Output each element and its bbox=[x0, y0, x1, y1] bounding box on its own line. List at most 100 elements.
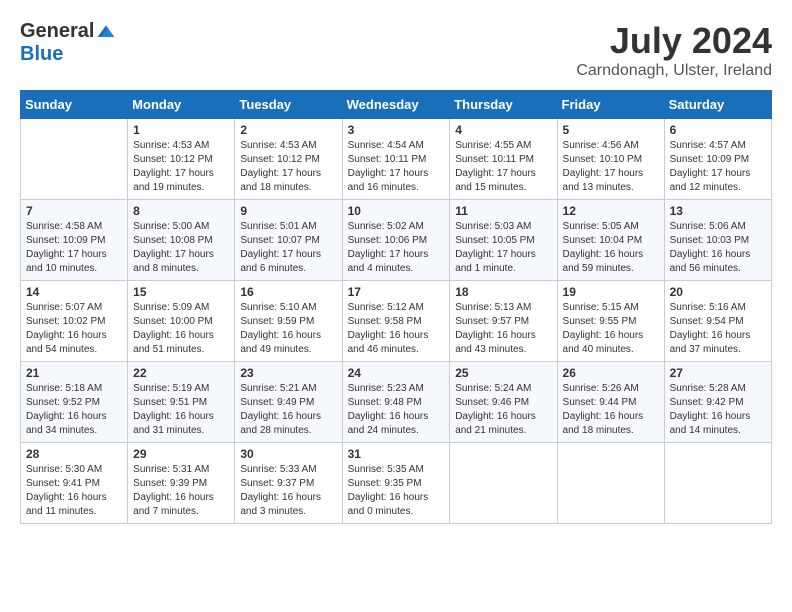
day-number: 23 bbox=[240, 366, 336, 380]
calendar-cell: 29 Sunrise: 5:31 AM Sunset: 9:39 PM Dayli… bbox=[128, 443, 235, 524]
calendar-cell: 31 Sunrise: 5:35 AM Sunset: 9:35 PM Dayli… bbox=[342, 443, 450, 524]
calendar-cell: 9Sunrise: 5:01 AM Sunset: 10:07 PM Dayli… bbox=[235, 200, 342, 281]
day-info: Sunrise: 5:28 AM Sunset: 9:42 PM Dayligh… bbox=[670, 382, 766, 438]
page-header: General Blue July 2024 Carndonagh, Ulste… bbox=[20, 20, 772, 80]
day-info: Sunrise: 5:26 AM Sunset: 9:44 PM Dayligh… bbox=[563, 382, 659, 438]
day-info: Sunrise: 5:31 AM Sunset: 9:39 PM Dayligh… bbox=[133, 463, 229, 519]
day-number: 17 bbox=[348, 285, 445, 299]
calendar-cell: 30Sunrise: 5:33 AM Sunset: 9:37 PM Dayli… bbox=[235, 443, 342, 524]
day-info: Sunrise: 5:21 AM Sunset: 9:49 PM Dayligh… bbox=[240, 382, 336, 438]
day-of-week-header: Monday bbox=[128, 91, 235, 119]
calendar-cell: 3 Sunrise: 4:54 AM Sunset: 10:11 PM Dayli… bbox=[342, 119, 450, 200]
calendar-cell: 16 Sunrise: 5:10 AM Sunset: 9:59 PM Dayli… bbox=[235, 281, 342, 362]
calendar-cell: 8Sunrise: 5:00 AM Sunset: 10:08 PM Dayli… bbox=[128, 200, 235, 281]
day-number: 7 bbox=[26, 204, 122, 218]
calendar-week-row: 28 Sunrise: 5:30 AM Sunset: 9:41 PM Dayli… bbox=[21, 443, 772, 524]
day-info: Sunrise: 4:58 AM Sunset: 10:09 PM Daylig… bbox=[26, 220, 122, 276]
calendar-cell: 12 Sunrise: 5:05 AM Sunset: 10:04 PM Dayl… bbox=[557, 200, 664, 281]
day-info: Sunrise: 4:56 AM Sunset: 10:10 PM Daylig… bbox=[563, 139, 659, 195]
day-info: Sunrise: 5:00 AM Sunset: 10:08 PM Daylig… bbox=[133, 220, 229, 276]
day-number: 2 bbox=[240, 123, 336, 137]
logo-blue-text: Blue bbox=[20, 43, 63, 66]
day-info: Sunrise: 4:54 AM Sunset: 10:11 PM Daylig… bbox=[348, 139, 445, 195]
calendar-cell: 27 Sunrise: 5:28 AM Sunset: 9:42 PM Dayli… bbox=[664, 362, 771, 443]
day-info: Sunrise: 5:12 AM Sunset: 9:58 PM Dayligh… bbox=[348, 301, 445, 357]
calendar-cell: 22 Sunrise: 5:19 AM Sunset: 9:51 PM Dayli… bbox=[128, 362, 235, 443]
calendar-cell: 5 Sunrise: 4:56 AM Sunset: 10:10 PM Dayli… bbox=[557, 119, 664, 200]
day-info: Sunrise: 5:30 AM Sunset: 9:41 PM Dayligh… bbox=[26, 463, 122, 519]
day-number: 5 bbox=[563, 123, 659, 137]
day-info: Sunrise: 5:18 AM Sunset: 9:52 PM Dayligh… bbox=[26, 382, 122, 438]
day-info: Sunrise: 5:02 AM Sunset: 10:06 PM Daylig… bbox=[348, 220, 445, 276]
calendar-cell: 15 Sunrise: 5:09 AM Sunset: 10:00 PM Dayl… bbox=[128, 281, 235, 362]
day-info: Sunrise: 5:07 AM Sunset: 10:02 PM Daylig… bbox=[26, 301, 122, 357]
calendar-week-row: 14 Sunrise: 5:07 AM Sunset: 10:02 PM Dayl… bbox=[21, 281, 772, 362]
day-number: 12 bbox=[563, 204, 659, 218]
calendar-cell: 4Sunrise: 4:55 AM Sunset: 10:11 PM Dayli… bbox=[450, 119, 557, 200]
calendar-week-row: 7 Sunrise: 4:58 AM Sunset: 10:09 PM Dayli… bbox=[21, 200, 772, 281]
month-year-title: July 2024 bbox=[576, 20, 772, 62]
day-of-week-header: Saturday bbox=[664, 91, 771, 119]
day-number: 16 bbox=[240, 285, 336, 299]
day-of-week-header: Friday bbox=[557, 91, 664, 119]
calendar-cell: 11 Sunrise: 5:03 AM Sunset: 10:05 PM Dayl… bbox=[450, 200, 557, 281]
day-info: Sunrise: 5:05 AM Sunset: 10:04 PM Daylig… bbox=[563, 220, 659, 276]
day-number: 22 bbox=[133, 366, 229, 380]
day-info: Sunrise: 4:53 AM Sunset: 10:12 PM Daylig… bbox=[133, 139, 229, 195]
calendar-cell: 25 Sunrise: 5:24 AM Sunset: 9:46 PM Dayli… bbox=[450, 362, 557, 443]
day-info: Sunrise: 4:57 AM Sunset: 10:09 PM Daylig… bbox=[670, 139, 766, 195]
day-info: Sunrise: 5:10 AM Sunset: 9:59 PM Dayligh… bbox=[240, 301, 336, 357]
calendar-cell: 7 Sunrise: 4:58 AM Sunset: 10:09 PM Dayli… bbox=[21, 200, 128, 281]
day-info: Sunrise: 5:23 AM Sunset: 9:48 PM Dayligh… bbox=[348, 382, 445, 438]
calendar-cell: 18Sunrise: 5:13 AM Sunset: 9:57 PM Dayli… bbox=[450, 281, 557, 362]
calendar-cell: 1 Sunrise: 4:53 AM Sunset: 10:12 PM Dayli… bbox=[128, 119, 235, 200]
day-number: 15 bbox=[133, 285, 229, 299]
day-number: 14 bbox=[26, 285, 122, 299]
calendar-cell: 10 Sunrise: 5:02 AM Sunset: 10:06 PM Dayl… bbox=[342, 200, 450, 281]
day-info: Sunrise: 5:15 AM Sunset: 9:55 PM Dayligh… bbox=[563, 301, 659, 357]
day-info: Sunrise: 5:16 AM Sunset: 9:54 PM Dayligh… bbox=[670, 301, 766, 357]
day-of-week-header: Thursday bbox=[450, 91, 557, 119]
day-number: 3 bbox=[348, 123, 445, 137]
calendar-cell: 28 Sunrise: 5:30 AM Sunset: 9:41 PM Dayli… bbox=[21, 443, 128, 524]
calendar-cell: 6 Sunrise: 4:57 AM Sunset: 10:09 PM Dayli… bbox=[664, 119, 771, 200]
calendar-week-row: 1 Sunrise: 4:53 AM Sunset: 10:12 PM Dayli… bbox=[21, 119, 772, 200]
day-info: Sunrise: 4:53 AM Sunset: 10:12 PM Daylig… bbox=[240, 139, 336, 195]
day-number: 29 bbox=[133, 447, 229, 461]
calendar-cell bbox=[664, 443, 771, 524]
title-section: July 2024 Carndonagh, Ulster, Ireland bbox=[576, 20, 772, 80]
day-number: 26 bbox=[563, 366, 659, 380]
day-info: Sunrise: 5:09 AM Sunset: 10:00 PM Daylig… bbox=[133, 301, 229, 357]
day-number: 28 bbox=[26, 447, 122, 461]
day-number: 18 bbox=[455, 285, 551, 299]
day-info: Sunrise: 5:19 AM Sunset: 9:51 PM Dayligh… bbox=[133, 382, 229, 438]
day-info: Sunrise: 5:06 AM Sunset: 10:03 PM Daylig… bbox=[670, 220, 766, 276]
day-number: 20 bbox=[670, 285, 766, 299]
calendar-cell: 19Sunrise: 5:15 AM Sunset: 9:55 PM Dayli… bbox=[557, 281, 664, 362]
logo-icon bbox=[96, 22, 116, 42]
day-info: Sunrise: 5:03 AM Sunset: 10:05 PM Daylig… bbox=[455, 220, 551, 276]
day-info: Sunrise: 4:55 AM Sunset: 10:11 PM Daylig… bbox=[455, 139, 551, 195]
day-number: 21 bbox=[26, 366, 122, 380]
day-number: 13 bbox=[670, 204, 766, 218]
calendar-week-row: 21 Sunrise: 5:18 AM Sunset: 9:52 PM Dayli… bbox=[21, 362, 772, 443]
day-number: 9 bbox=[240, 204, 336, 218]
day-number: 10 bbox=[348, 204, 445, 218]
day-of-week-header: Sunday bbox=[21, 91, 128, 119]
day-info: Sunrise: 5:24 AM Sunset: 9:46 PM Dayligh… bbox=[455, 382, 551, 438]
calendar-cell: 23 Sunrise: 5:21 AM Sunset: 9:49 PM Dayli… bbox=[235, 362, 342, 443]
day-number: 24 bbox=[348, 366, 445, 380]
day-info: Sunrise: 5:35 AM Sunset: 9:35 PM Dayligh… bbox=[348, 463, 445, 519]
day-number: 6 bbox=[670, 123, 766, 137]
day-number: 1 bbox=[133, 123, 229, 137]
day-number: 11 bbox=[455, 204, 551, 218]
day-number: 31 bbox=[348, 447, 445, 461]
calendar-table: SundayMondayTuesdayWednesdayThursdayFrid… bbox=[20, 90, 772, 524]
calendar-header-row: SundayMondayTuesdayWednesdayThursdayFrid… bbox=[21, 91, 772, 119]
day-number: 25 bbox=[455, 366, 551, 380]
calendar-cell: 14 Sunrise: 5:07 AM Sunset: 10:02 PM Dayl… bbox=[21, 281, 128, 362]
day-of-week-header: Tuesday bbox=[235, 91, 342, 119]
day-number: 27 bbox=[670, 366, 766, 380]
logo: General Blue bbox=[20, 20, 116, 66]
calendar-cell bbox=[21, 119, 128, 200]
